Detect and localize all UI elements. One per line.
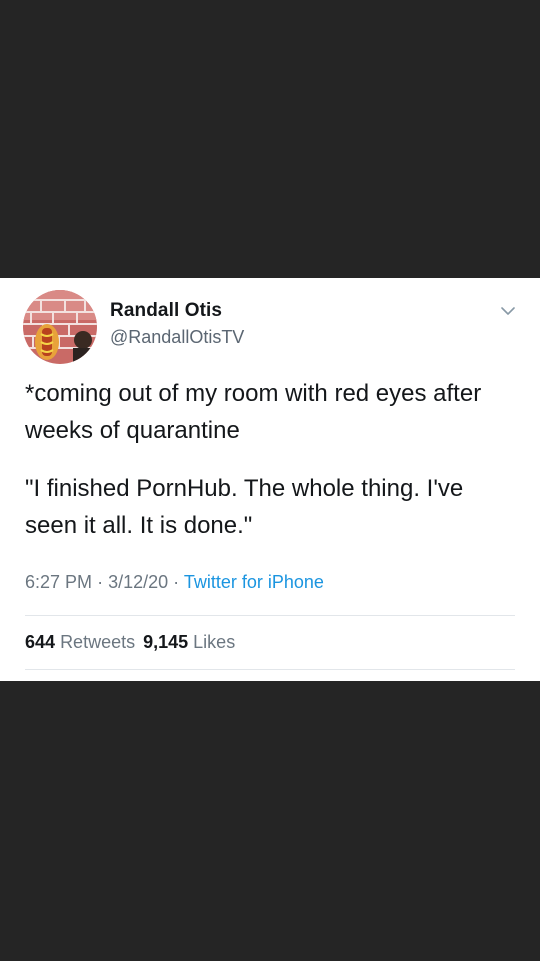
- avatar[interactable]: [23, 290, 97, 364]
- tweet-text-paragraph-2: "I finished PornHub. The whole thing. I'…: [25, 475, 464, 539]
- retweets-stat[interactable]: 644 Retweets: [25, 632, 135, 652]
- chevron-down-icon[interactable]: [497, 300, 519, 322]
- likes-stat[interactable]: 9,145 Likes: [143, 632, 235, 652]
- display-name[interactable]: Randall Otis: [110, 300, 222, 322]
- tweet-source-link[interactable]: Twitter for iPhone: [184, 572, 324, 592]
- tweet-date[interactable]: 3/12/20: [108, 572, 168, 592]
- retweets-label: Retweets: [60, 632, 136, 652]
- divider: [25, 615, 515, 616]
- tweet-metadata: 6:27 PM · 3/12/20 · Twitter for iPhone: [25, 572, 324, 593]
- tweet-time[interactable]: 6:27 PM: [25, 572, 92, 592]
- tweet-text-paragraph-1: *coming out of my room with red eyes aft…: [25, 380, 482, 444]
- divider: [25, 669, 515, 670]
- tweet-card: Randall Otis @RandallOtisTV *coming out …: [0, 278, 540, 681]
- retweets-count: 644: [25, 632, 56, 652]
- likes-count: 9,145: [143, 632, 189, 652]
- avatar-image: [23, 290, 97, 364]
- user-handle[interactable]: @RandallOtisTV: [110, 327, 244, 348]
- separator-dot: ·: [97, 572, 104, 592]
- engagement-stats: 644 Retweets 9,145 Likes: [25, 632, 235, 653]
- screenshot-page: Randall Otis @RandallOtisTV *coming out …: [0, 0, 540, 961]
- separator-dot: ·: [173, 572, 180, 592]
- likes-label: Likes: [193, 632, 236, 652]
